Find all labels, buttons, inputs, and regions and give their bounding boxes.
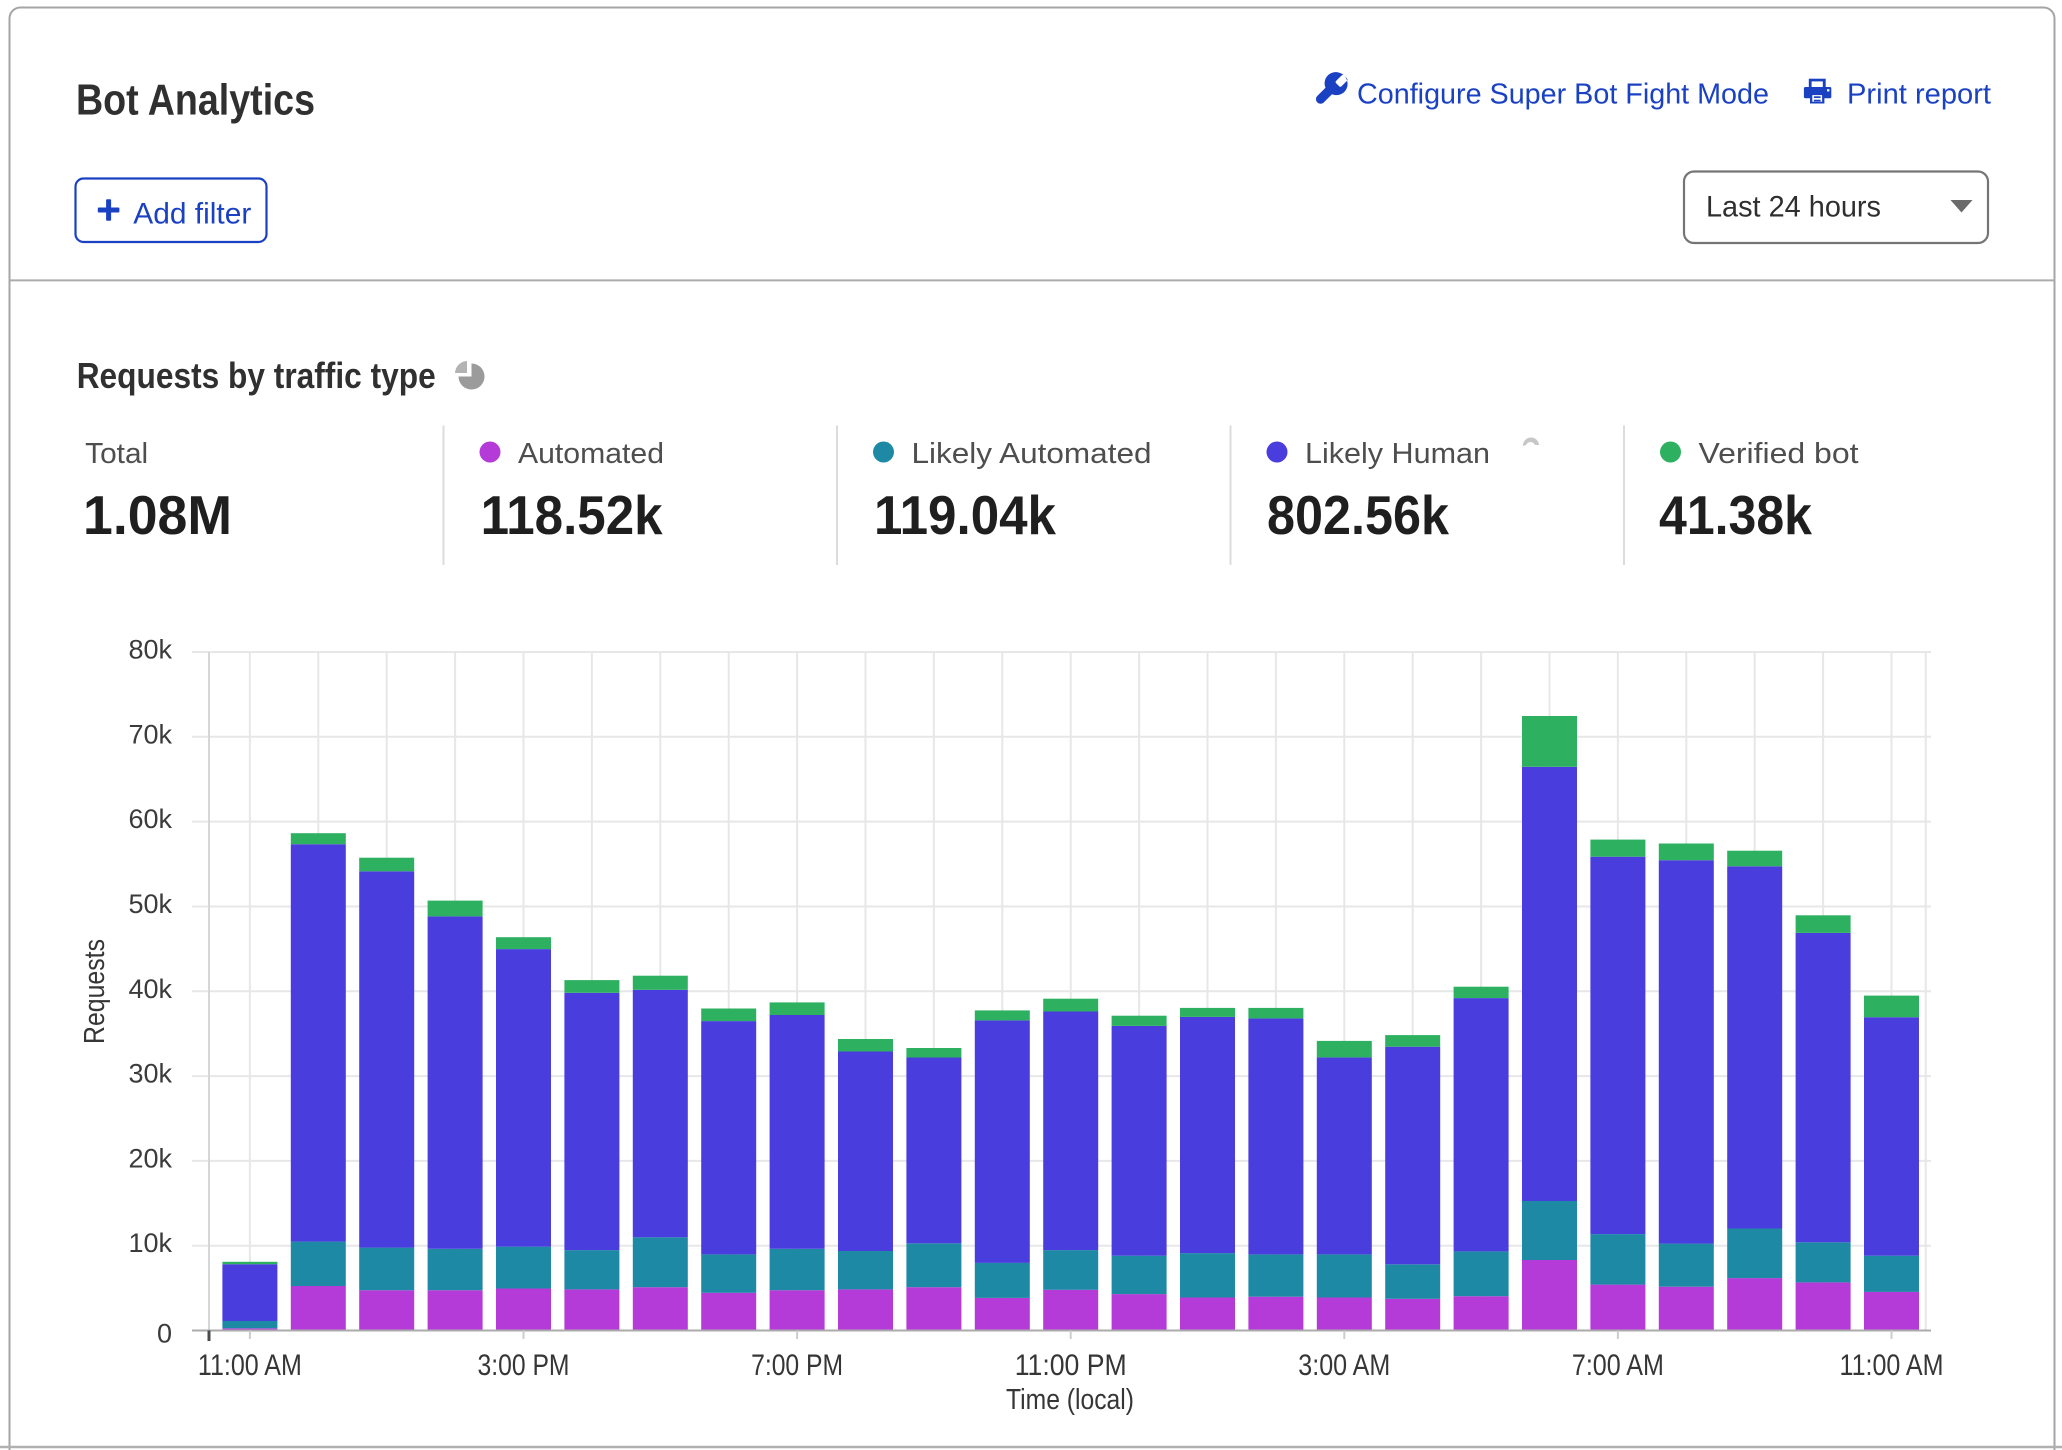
svg-text:119.04k: 119.04k [874,484,1056,546]
svg-text:41.38k: 41.38k [1659,484,1812,546]
svg-text:50k: 50k [128,889,172,919]
svg-text:40k: 40k [128,974,172,1004]
svg-text:Requests by traffic type: Requests by traffic type [77,355,436,396]
svg-text:Configure Super Bot Fight Mode: Configure Super Bot Fight Mode [1357,79,1769,111]
svg-text:Time (local): Time (local) [1006,1384,1134,1416]
svg-text:802.56k: 802.56k [1267,484,1449,546]
svg-text:80k: 80k [128,635,172,665]
svg-text:11:00 PM: 11:00 PM [1015,1349,1127,1382]
svg-text:Bot Analytics: Bot Analytics [76,76,315,125]
svg-text:11:00 AM: 11:00 AM [1840,1349,1944,1382]
svg-text:Likely Human: Likely Human [1305,438,1490,470]
svg-text:Print report: Print report [1847,79,1991,111]
svg-text:Last 24 hours: Last 24 hours [1706,191,1881,224]
svg-text:118.52k: 118.52k [481,484,663,546]
svg-text:Requests: Requests [79,939,111,1044]
svg-text:1.08M: 1.08M [83,484,232,546]
svg-text:Total: Total [85,438,148,470]
svg-text:Add filter: Add filter [133,198,251,231]
svg-text:11:00 AM: 11:00 AM [198,1349,302,1382]
svg-text:20k: 20k [128,1143,172,1173]
svg-text:3:00 PM: 3:00 PM [478,1349,570,1382]
svg-text:30k: 30k [128,1059,172,1089]
svg-text:Automated: Automated [518,438,664,470]
svg-text:3:00 AM: 3:00 AM [1298,1349,1390,1382]
svg-text:Verified bot: Verified bot [1699,438,1859,470]
svg-text:Likely Automated: Likely Automated [912,438,1152,470]
svg-text:0: 0 [157,1319,172,1349]
svg-text:7:00 PM: 7:00 PM [751,1349,843,1382]
svg-text:10k: 10k [128,1228,172,1258]
svg-text:70k: 70k [128,719,172,749]
svg-text:7:00 AM: 7:00 AM [1572,1349,1664,1382]
svg-text:60k: 60k [128,804,172,834]
